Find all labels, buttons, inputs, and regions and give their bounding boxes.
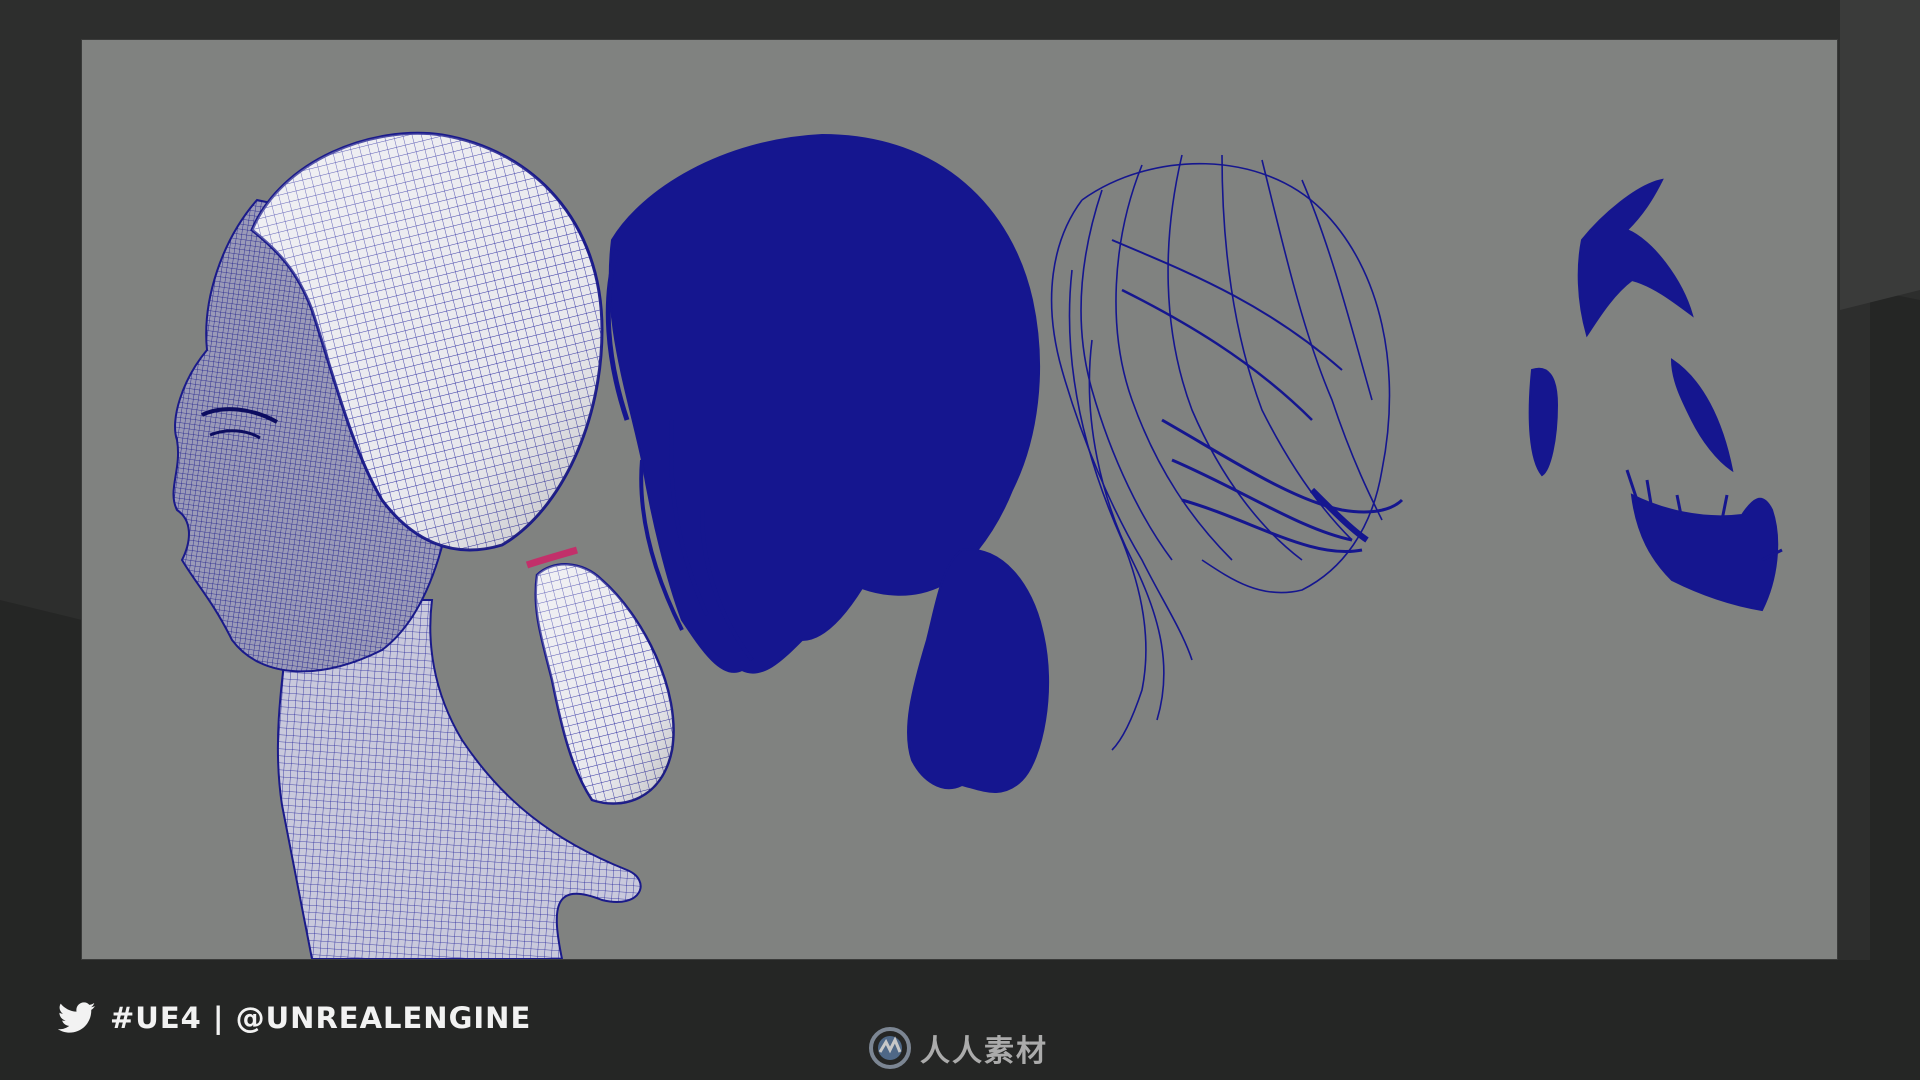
hair-render-illustration <box>172 131 1783 959</box>
watermark: 人人素材 <box>868 1023 1048 1073</box>
hashtag-handle-text: #UE4 | @UNREALENGINE <box>110 1001 532 1035</box>
eyebrow-lash-icon <box>1528 178 1783 612</box>
twitter-bird-icon[interactable] <box>58 1001 96 1035</box>
head-wireframe-icon <box>172 131 675 959</box>
watermark-text: 人人素材 <box>920 1034 1048 1069</box>
watermark-logo-icon <box>869 1027 911 1069</box>
social-footer: #UE4 | @UNREALENGINE <box>58 994 531 1042</box>
slide-image <box>82 40 1837 959</box>
dense-hair-icon <box>605 133 1050 793</box>
sparse-hair-icon <box>1050 154 1404 751</box>
video-frame: #UE4 | @UNREALENGINE 人人素材 <box>0 0 1920 1080</box>
